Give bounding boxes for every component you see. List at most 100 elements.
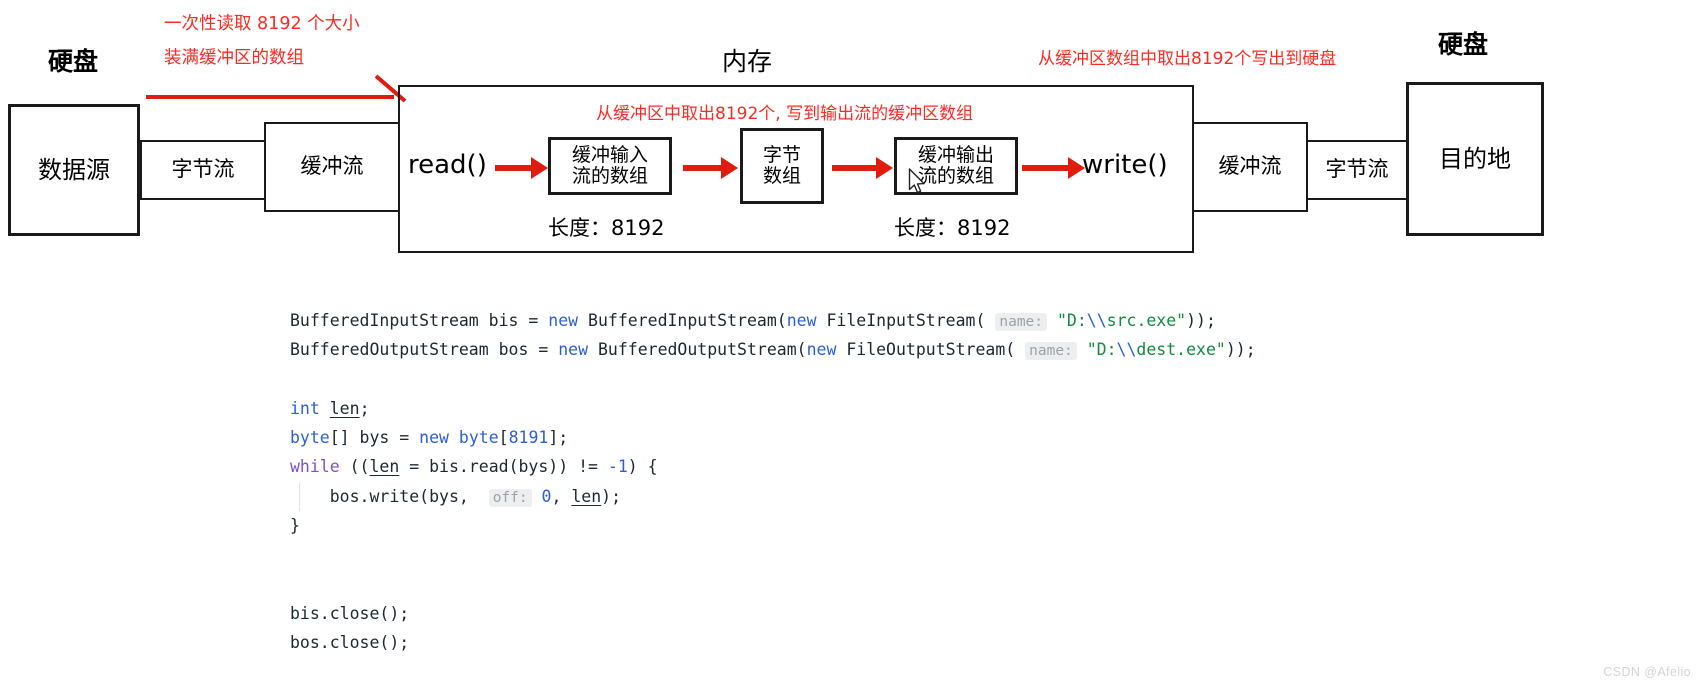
code-token: ); <box>601 486 622 506</box>
code-token: ]; <box>548 428 569 448</box>
arrow-buffered-output-to-write <box>1022 156 1085 180</box>
code-token: "D: <box>1056 311 1087 330</box>
node-buffered-stream-right: 缓冲流 <box>1192 122 1308 212</box>
code-token: byte <box>290 428 330 448</box>
code-token: bis.close(); <box>290 603 410 623</box>
code-token: new <box>786 311 817 330</box>
code-line: BufferedInputStream bis = new BufferedIn… <box>290 306 1256 335</box>
label-buffered-output-length: 长度：8192 <box>894 216 1011 240</box>
node-destination-label: 目的地 <box>1439 144 1511 173</box>
code-token: 8191 <box>508 428 549 448</box>
code-token: 0 <box>541 486 552 506</box>
label-buffered-input-length: 长度：8192 <box>548 216 665 240</box>
code-token: FileOutputStream( <box>836 340 1016 360</box>
node-destination: 目的地 <box>1406 82 1544 236</box>
node-read-call: read() <box>408 150 487 180</box>
code-token: len <box>571 486 602 506</box>
node-byte-array: 字节 数组 <box>740 128 824 204</box>
node-buffered-stream-left: 缓冲流 <box>264 122 400 212</box>
code-line: bos.write(bys, off: 0, len); <box>290 481 1256 512</box>
code-token: = bis.read(bys)) != <box>399 457 608 477</box>
code-snippet: BufferedInputStream bis = new BufferedIn… <box>290 306 1256 658</box>
label-right-disk: 硬盘 <box>1438 30 1489 59</box>
csdn-watermark: CSDN @Afelio <box>1603 665 1691 679</box>
code-token: [ <box>498 428 509 448</box>
code-token: len <box>329 398 360 418</box>
node-byte-stream-right-label: 字节流 <box>1325 157 1389 182</box>
node-byte-stream-right: 字节流 <box>1306 140 1408 200</box>
node-buffered-stream-right-label: 缓冲流 <box>1218 154 1282 179</box>
node-byte-stream-left: 字节流 <box>140 140 266 200</box>
node-byte-array-line2: 数组 <box>762 165 801 187</box>
arrow-read-to-buffered-input <box>495 156 549 180</box>
code-line: int len; <box>290 394 1256 423</box>
label-left-disk: 硬盘 <box>48 47 99 76</box>
code-line: bis.close(); <box>290 599 1256 628</box>
code-token: FileInputStream( <box>816 311 986 330</box>
code-token: bos.write(bys, <box>290 486 479 506</box>
code-token: } <box>290 516 300 536</box>
node-source-label: 数据源 <box>38 155 110 184</box>
annotation-write-note: 从缓冲区数组中取出8192个写出到硬盘 <box>1038 49 1337 69</box>
code-token: new <box>558 340 589 360</box>
code-line: } <box>290 511 1256 540</box>
code-token: BufferedInputStream( <box>578 311 787 330</box>
code-token: name: <box>1025 342 1077 361</box>
code-token: byte <box>458 428 499 448</box>
code-token: \\ <box>1086 311 1107 330</box>
code-token: int <box>290 398 320 418</box>
code-line: byte[] bys = new byte[8191]; <box>290 423 1256 452</box>
code-token: src.exe" <box>1106 311 1187 330</box>
node-buffered-input-array-line1: 缓冲输入 <box>571 143 648 166</box>
node-buffered-stream-left-label: 缓冲流 <box>300 154 364 179</box>
node-source: 数据源 <box>8 104 140 236</box>
code-token: name: <box>995 313 1048 331</box>
code-token: , <box>551 486 572 506</box>
node-byte-stream-left-label: 字节流 <box>171 157 235 182</box>
code-token: "D: <box>1086 340 1117 360</box>
code-token: bos.close(); <box>290 633 410 653</box>
node-buffered-input-array: 缓冲输入 流的数组 <box>548 137 672 195</box>
code-token: dest.exe" <box>1136 340 1226 360</box>
code-token: new <box>806 340 837 360</box>
node-buffered-output-array-line2: 流的数组 <box>917 165 994 187</box>
code-token: )); <box>1225 340 1256 360</box>
mouse-cursor <box>908 168 928 201</box>
code-token: ; <box>359 398 370 418</box>
code-token: [] bys = <box>329 428 420 448</box>
code-token: while <box>290 457 340 477</box>
code-token: ) { <box>627 457 658 477</box>
code-token: len <box>369 457 400 477</box>
node-byte-array-line1: 字节 <box>762 143 801 166</box>
arrow-buffered-input-to-byte-array <box>683 156 739 180</box>
indent-guide <box>299 481 300 512</box>
annotation-pointer-line <box>146 95 394 99</box>
code-token: BufferedInputStream bis = <box>290 311 549 330</box>
annotation-read-note-line2: 装满缓冲区的数组 <box>164 48 304 68</box>
code-token: (( <box>339 457 370 477</box>
code-token: \\ <box>1116 340 1137 360</box>
node-buffered-output-array-line1: 缓冲输出 <box>917 143 994 166</box>
node-write-call: write() <box>1082 150 1168 180</box>
node-buffered-input-array-line2: 流的数组 <box>571 165 648 187</box>
code-token: -1 <box>607 457 628 477</box>
code-line: BufferedOutputStream bos = new BufferedO… <box>290 335 1256 364</box>
code-token: new <box>548 311 579 330</box>
arrow-byte-array-to-buffered-output <box>832 156 894 180</box>
label-memory: 内存 <box>722 47 773 76</box>
annotation-read-note-line1: 一次性读取 8192 个大小 <box>164 14 360 34</box>
code-token: BufferedOutputStream bos = <box>290 340 559 360</box>
code-token: new <box>419 428 449 448</box>
code-line: bos.close(); <box>290 628 1256 657</box>
